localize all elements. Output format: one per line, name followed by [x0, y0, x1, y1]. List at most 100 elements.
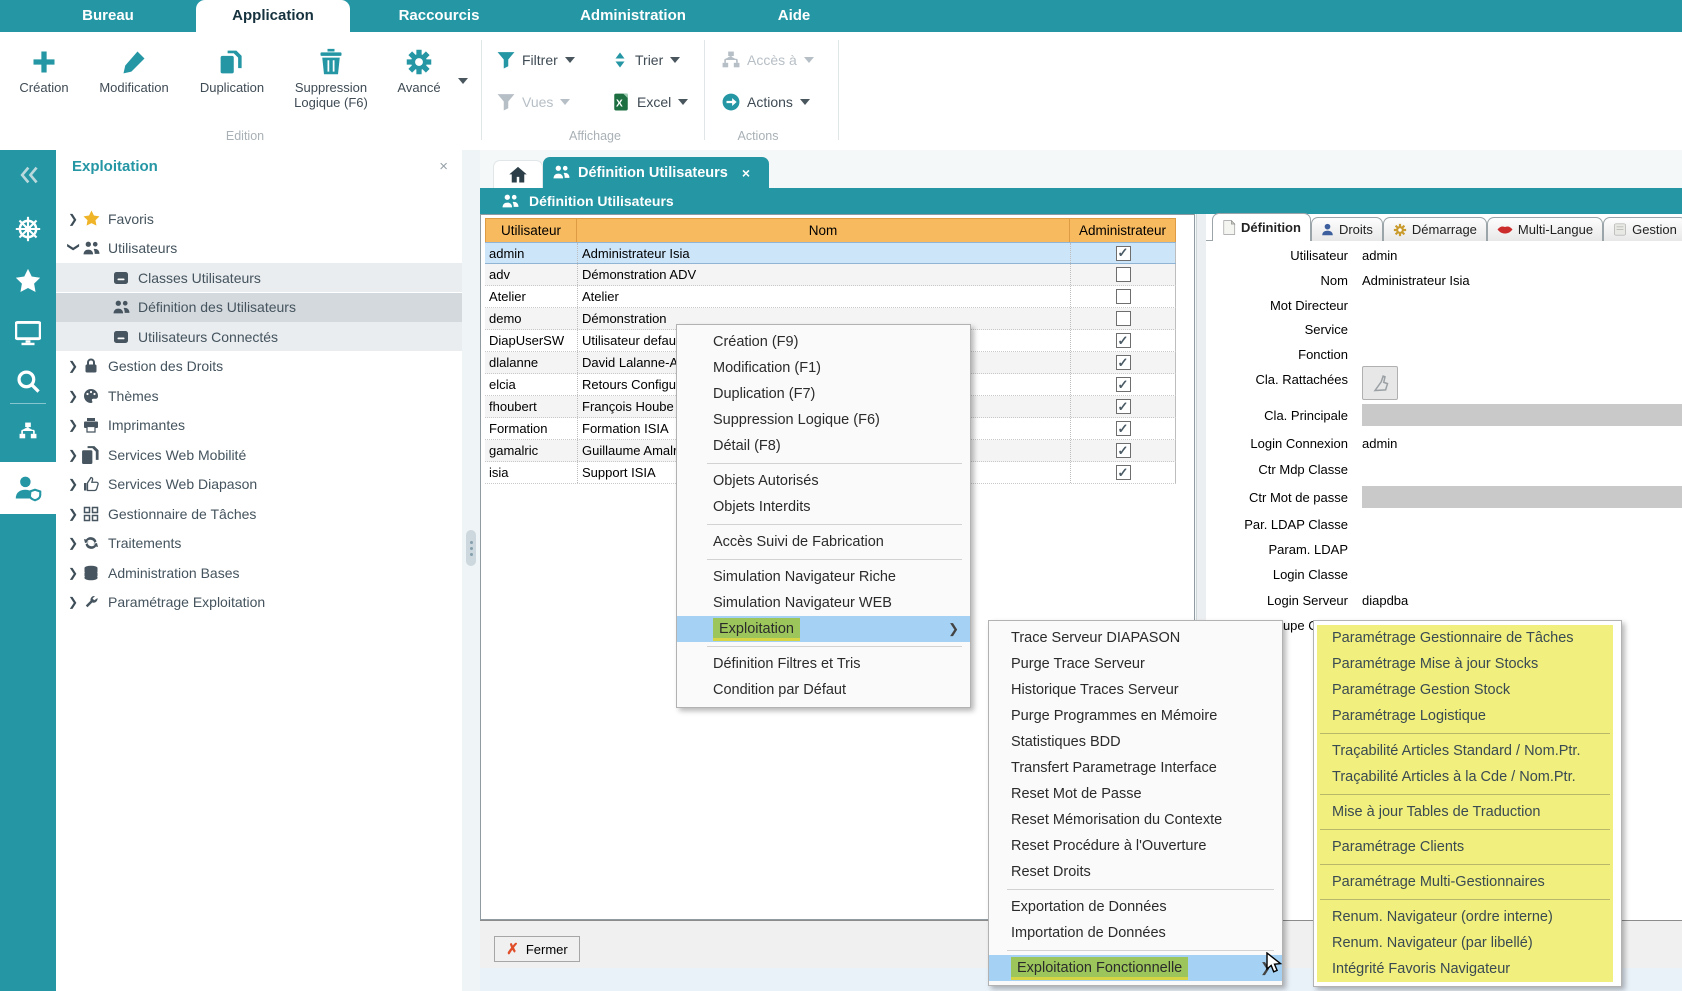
tab-d-finition[interactable]: Définition — [1212, 213, 1311, 241]
column-header-nom[interactable]: Nom — [577, 218, 1070, 242]
splitter-handle[interactable] — [466, 530, 476, 566]
menu-item-param-trage-multi-gestionnaires[interactable]: Paramétrage Multi-Gestionnaires — [1317, 869, 1613, 895]
menu-item-param-trage-logistique[interactable]: Paramétrage Logistique — [1317, 703, 1613, 729]
menu-item-int-grit-favoris-navigateur[interactable]: Intégrité Favoris Navigateur — [1317, 956, 1613, 982]
menu-item-exportation-de-donn-es[interactable]: Exportation de Données — [989, 894, 1282, 920]
tree-chevron-icon[interactable]: ❯ — [68, 389, 80, 403]
menu-item-renum-navigateur-ordre-interne-[interactable]: Renum. Navigateur (ordre interne) — [1317, 904, 1613, 930]
menu-item-renum-navigateur-par-libell-[interactable]: Renum. Navigateur (par libellé) — [1317, 930, 1613, 956]
panel-splitter[interactable] — [462, 150, 480, 991]
admin-checkbox[interactable]: ✓ — [1116, 377, 1131, 392]
field-value-nom[interactable]: Administrateur Isia — [1362, 273, 1470, 288]
admin-checkbox[interactable] — [1116, 267, 1131, 282]
tree-chevron-icon[interactable]: ❯ — [68, 212, 80, 226]
menu-item-param-trage-mise-jour-stocks[interactable]: Paramétrage Mise à jour Stocks — [1317, 651, 1613, 677]
menu-item-tra-abilit-articles-la-cde-nom-ptr-[interactable]: Traçabilité Articles à la Cde / Nom.Ptr. — [1317, 764, 1613, 790]
menu-item-tra-abilit-articles-standard-nom-ptr-[interactable]: Traçabilité Articles Standard / Nom.Ptr. — [1317, 738, 1613, 764]
rail-star-icon[interactable] — [0, 268, 56, 294]
menu-item-condition-par-d-faut[interactable]: Condition par Défaut — [677, 677, 970, 703]
menu-item-suppression-logique-f6-[interactable]: Suppression Logique (F6) — [677, 407, 970, 433]
menu-item-cr-ation-f9-[interactable]: Création (F9) — [677, 329, 970, 355]
sidebar-item-gestionnaire-de-t-ches[interactable]: ❯Gestionnaire de Tâches — [56, 499, 462, 528]
sidebar-item-d-finition-des-utilisateurs[interactable]: Définition des Utilisateurs — [56, 293, 492, 322]
menu-item-simulation-navigateur-riche[interactable]: Simulation Navigateur Riche — [677, 564, 970, 590]
ribbon-button-création[interactable]: Création — [8, 42, 80, 95]
tab-close-icon[interactable]: × — [742, 165, 750, 181]
ribbon-button-avancé[interactable]: Avancé — [386, 42, 452, 95]
tree-chevron-icon[interactable]: ❯ — [68, 566, 80, 580]
sidebar-item-th-mes[interactable]: ❯Thèmes — [56, 381, 462, 410]
tab-multi-langue[interactable]: Multi-Langue — [1487, 217, 1603, 241]
menu-item-transfert-parametrage-interface[interactable]: Transfert Parametrage Interface — [989, 755, 1282, 781]
ribbon-button-filtrer[interactable]: Filtrer — [497, 47, 575, 73]
menu-tab-bureau[interactable]: Bureau — [48, 0, 168, 32]
field-value-login-connexion[interactable]: admin — [1362, 436, 1397, 451]
sidebar-item-administration-bases[interactable]: ❯Administration Bases — [56, 558, 462, 587]
sidebar-item-gestion-des-droits[interactable]: ❯Gestion des Droits — [56, 352, 462, 381]
sidebar-item-services-web-diapason[interactable]: ❯Services Web Diapason — [56, 470, 462, 499]
tab-droits[interactable]: Droits — [1311, 217, 1383, 241]
ribbon-button-suppression[interactable]: Suppression Logique (F6) — [282, 42, 380, 110]
rail-helm-icon[interactable] — [0, 216, 56, 242]
rail-collapse-chevrons-icon[interactable] — [0, 164, 56, 186]
admin-checkbox[interactable]: ✓ — [1116, 443, 1131, 458]
menu-tab-application[interactable]: Application — [196, 0, 350, 32]
menu-item-reset-proc-dure-l-ouverture[interactable]: Reset Procédure à l'Ouverture — [989, 833, 1282, 859]
menu-item-trace-serveur-diapason[interactable]: Trace Serveur DIAPASON — [989, 625, 1282, 651]
tree-chevron-icon[interactable]: ❯ — [68, 536, 80, 550]
rail-search-icon[interactable] — [0, 368, 56, 394]
classes-rattachees-button[interactable] — [1362, 366, 1398, 400]
menu-item-historique-traces-serveur[interactable]: Historique Traces Serveur — [989, 677, 1282, 703]
admin-checkbox[interactable]: ✓ — [1116, 421, 1131, 436]
tree-chevron-icon[interactable]: ❯ — [68, 507, 80, 521]
menu-tab-administration[interactable]: Administration — [540, 0, 726, 32]
tab-d-marrage[interactable]: Démarrage — [1383, 217, 1487, 241]
sidebar-item-classes-utilisateurs[interactable]: Classes Utilisateurs — [56, 263, 492, 292]
tab-gestion[interactable]: Gestion — [1603, 217, 1682, 241]
tree-chevron-icon[interactable]: ❯ — [68, 359, 80, 373]
tree-chevron-icon[interactable]: ❯ — [67, 242, 81, 254]
column-header-utilisateur[interactable]: Utilisateur — [485, 218, 577, 242]
menu-item-duplication-f7-[interactable]: Duplication (F7) — [677, 381, 970, 407]
sidebar-item-imprimantes[interactable]: ❯Imprimantes — [56, 411, 462, 440]
ribbon-button-modification[interactable]: Modification — [84, 42, 184, 95]
menu-item-objets-autoris-s[interactable]: Objets Autorisés — [677, 468, 970, 494]
sidebar-item-traitements[interactable]: ❯Traitements — [56, 529, 462, 558]
tab-home[interactable] — [493, 160, 543, 189]
menu-item-acc-s-suivi-de-fabrication[interactable]: Accès Suivi de Fabrication — [677, 529, 970, 555]
menu-item-param-trage-clients[interactable]: Paramétrage Clients — [1317, 834, 1613, 860]
menu-item-statistiques-bdd[interactable]: Statistiques BDD — [989, 729, 1282, 755]
menu-item-importation-de-donn-es[interactable]: Importation de Données — [989, 920, 1282, 946]
avance-dropdown-icon[interactable] — [458, 78, 468, 84]
table-row-adv[interactable]: advDémonstration ADV — [485, 264, 1176, 286]
menu-item-d-tail-f8-[interactable]: Détail (F8) — [677, 433, 970, 459]
column-header-administrateur[interactable]: Administrateur — [1070, 218, 1176, 242]
sidebar-item-services-web-mobilit-[interactable]: ❯Services Web Mobilité — [56, 440, 462, 469]
table-row-admin[interactable]: adminAdministrateur Isia✓ — [485, 242, 1176, 264]
menu-item-purge-programmes-en-m-moire[interactable]: Purge Programmes en Mémoire — [989, 703, 1282, 729]
menu-item-param-trage-gestionnaire-de-t-ches[interactable]: Paramétrage Gestionnaire de Tâches — [1317, 625, 1613, 651]
admin-checkbox[interactable] — [1116, 289, 1131, 304]
rail-sitemap-icon[interactable] — [0, 422, 56, 440]
close-icon[interactable]: × — [439, 158, 448, 175]
table-row-atelier[interactable]: AtelierAtelier — [485, 286, 1176, 308]
tree-chevron-icon[interactable]: ❯ — [68, 595, 80, 609]
sidebar-item-utilisateurs[interactable]: ❯Utilisateurs — [56, 234, 462, 263]
fermer-button[interactable]: ✗ Fermer — [494, 936, 580, 962]
rail-user-shield-icon[interactable] — [0, 474, 56, 502]
ribbon-button-actions[interactable]: Actions — [722, 89, 810, 115]
menu-item-purge-trace-serveur[interactable]: Purge Trace Serveur — [989, 651, 1282, 677]
menu-item-reset-mot-de-passe[interactable]: Reset Mot de Passe — [989, 781, 1282, 807]
admin-checkbox[interactable]: ✓ — [1116, 333, 1131, 348]
sidebar-item-favoris[interactable]: ❯Favoris — [56, 204, 462, 233]
tree-chevron-icon[interactable]: ❯ — [68, 418, 80, 432]
admin-checkbox[interactable]: ✓ — [1116, 465, 1131, 480]
admin-checkbox[interactable]: ✓ — [1116, 355, 1131, 370]
tab-definition-utilisateurs[interactable]: Définition Utilisateurs × — [543, 157, 769, 188]
ribbon-button-duplication[interactable]: Duplication — [188, 42, 276, 95]
menu-item-reset-m-morisation-du-contexte[interactable]: Reset Mémorisation du Contexte — [989, 807, 1282, 833]
sidebar-item-utilisateurs-connect-s[interactable]: Utilisateurs Connectés — [56, 322, 492, 351]
field-value-login-serveur[interactable]: diapdba — [1362, 593, 1408, 608]
field-value-utilisateur[interactable]: admin — [1362, 248, 1397, 263]
sidebar-item-param-trage-exploitation[interactable]: ❯Paramétrage Exploitation — [56, 588, 462, 617]
